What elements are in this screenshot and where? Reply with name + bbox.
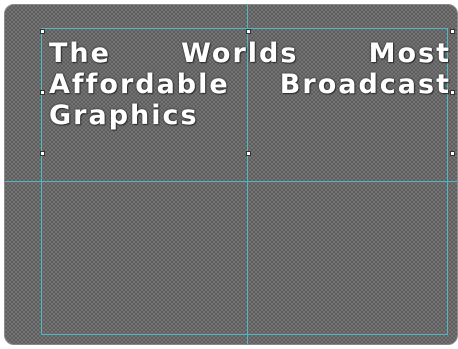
resize-handle-top-right[interactable] bbox=[450, 29, 455, 34]
resize-handle-bottom-center[interactable] bbox=[246, 151, 251, 156]
title-line-2: Affordable Broadcast bbox=[49, 69, 451, 100]
title-line-3: Graphics bbox=[49, 100, 199, 131]
resize-handle-top-center[interactable] bbox=[246, 29, 251, 34]
horizontal-center-guide bbox=[5, 181, 457, 182]
title-text[interactable]: The Worlds Most Affordable Broadcast Gra… bbox=[49, 38, 451, 131]
resize-handle-top-left[interactable] bbox=[40, 29, 45, 34]
title-line-1: The Worlds Most bbox=[49, 38, 451, 69]
resize-handle-bottom-left[interactable] bbox=[40, 151, 45, 156]
resize-handle-bottom-right[interactable] bbox=[450, 151, 455, 156]
preview-canvas[interactable]: The Worlds Most Affordable Broadcast Gra… bbox=[4, 4, 458, 345]
resize-handle-middle-left[interactable] bbox=[40, 90, 45, 95]
